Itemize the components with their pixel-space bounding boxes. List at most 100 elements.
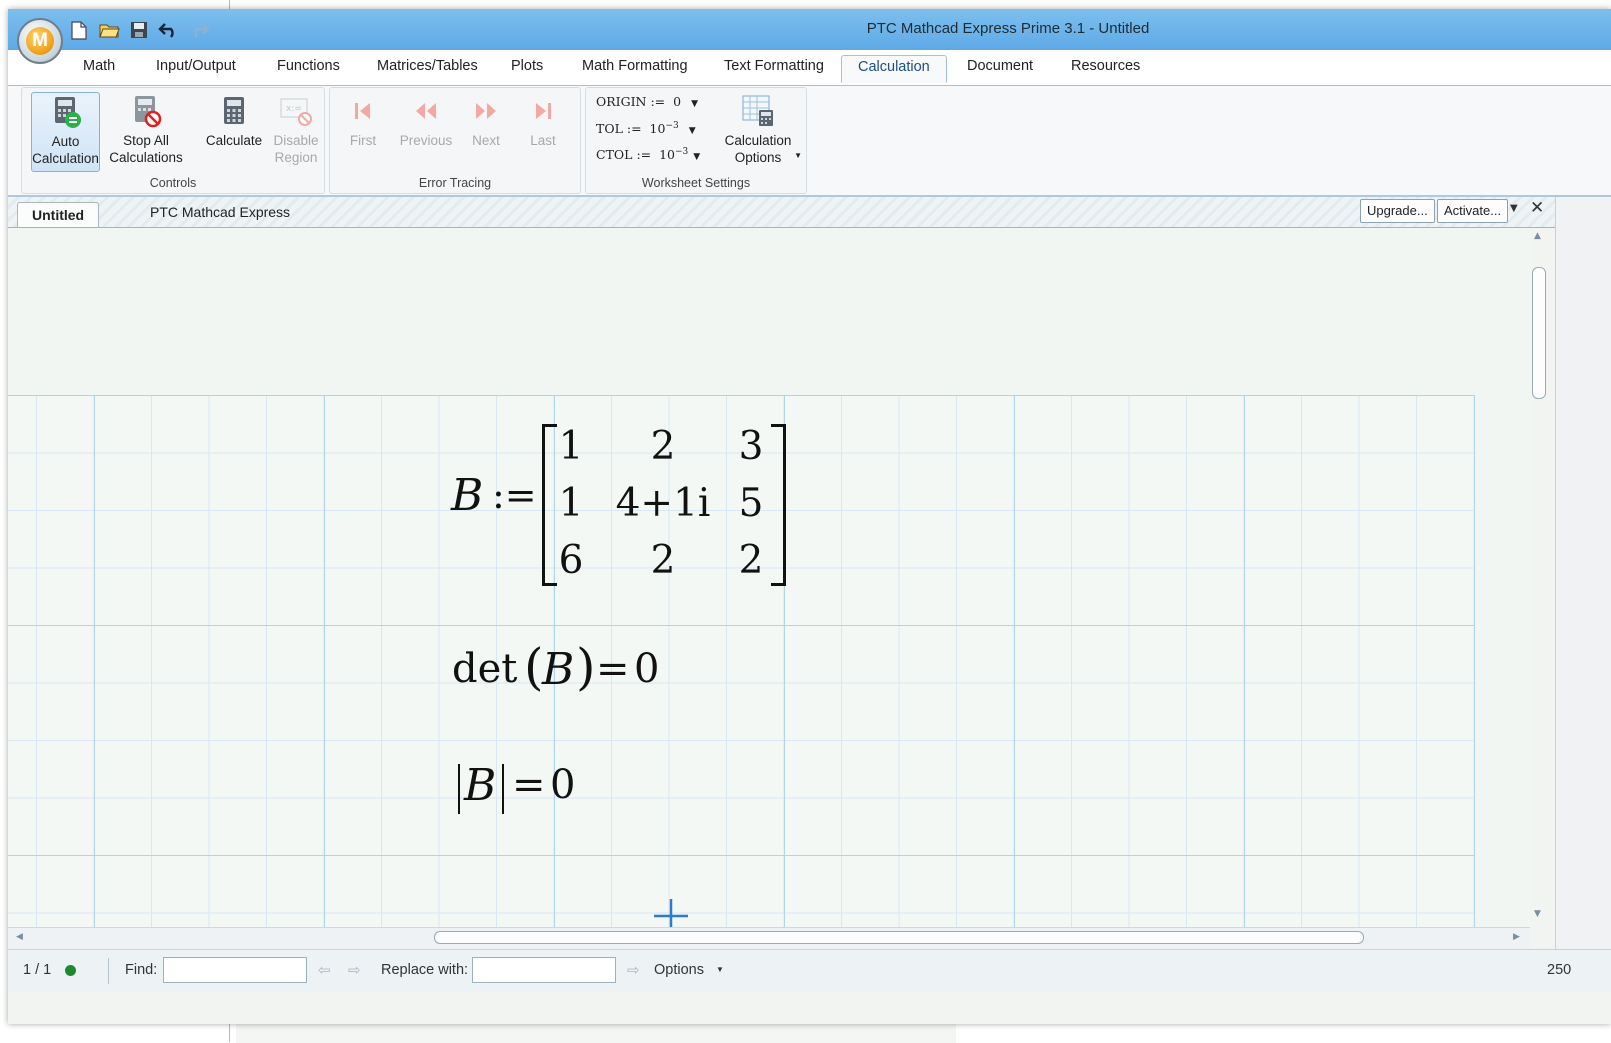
determinant-evaluation-region[interactable]: det ( B ) = 0 (448, 638, 678, 706)
right-side-panel (1555, 197, 1611, 957)
matrix-cell: 3 (738, 424, 764, 469)
matrix-cell: 1 (558, 424, 584, 469)
calculation-options-dropdown-icon: ▼ (794, 151, 802, 160)
det-argument: B (542, 644, 575, 695)
worksheet-settings-group-label: Worksheet Settings (641, 176, 751, 190)
tab-matrices-tables[interactable]: Matrices/Tables (377, 58, 478, 74)
options-dropdown-icon[interactable]: ▼ (716, 965, 724, 974)
last-button: Last (520, 92, 566, 149)
abs-argument: B (464, 760, 497, 811)
tab-math[interactable]: Math (83, 58, 115, 74)
upgrade-button[interactable]: Upgrade... (1360, 199, 1435, 223)
mathcad-logo-icon[interactable]: M (17, 18, 63, 64)
previous-icon (416, 103, 436, 119)
tab-functions[interactable]: Functions (277, 58, 340, 74)
matrix-cell: 2 (650, 538, 676, 583)
tab-ptc-mathcad-express[interactable]: PTC Mathcad Express (150, 204, 290, 220)
tab-untitled-document[interactable]: Untitled (17, 202, 100, 227)
tol-setting[interactable]: TOL := 10−3 ▼ (596, 121, 696, 136)
find-label: Find: (125, 962, 158, 978)
error-tracing-group: First Previous Next Last Error Tracing (329, 87, 581, 194)
mathcad-window: PTC Mathcad Express Prime 3.1 - Untitled… (8, 9, 1611, 1024)
matrix-right-bracket (771, 424, 786, 586)
window-title: PTC Mathcad Express Prime 3.1 - Untitled (866, 20, 1150, 37)
disable-region-button: x:= Disable Region (270, 92, 322, 166)
replace-icon: ⇨ (627, 962, 640, 979)
abs-equals: = (512, 762, 546, 808)
background-window-edge (229, 0, 230, 9)
tab-list-dropdown-icon[interactable]: ▼ (1510, 203, 1518, 214)
matrix-cell: 2 (650, 424, 676, 469)
stop-all-calculations-button[interactable]: Stop All Calculations (104, 92, 188, 166)
auto-calculation-icon (54, 97, 81, 128)
last-icon (536, 103, 551, 119)
tab-resources[interactable]: Resources (1071, 58, 1140, 74)
worksheet-area[interactable]: B := 1 2 3 1 4+1i 5 6 2 2 det ( B ) = 0 … (8, 228, 1530, 927)
worksheet-settings-group: ORIGIN := 0 ▼ TOL := 10−3 ▼ CTOL := 10−3… (585, 87, 807, 194)
horizontal-scroll-thumb[interactable] (434, 931, 1364, 944)
matrix-cell: 2 (738, 538, 764, 583)
scroll-left-arrow-icon[interactable]: ◀ (16, 932, 23, 942)
origin-setting[interactable]: ORIGIN := 0 ▼ (596, 94, 698, 109)
matrix-variable: B (451, 470, 484, 521)
det-equals: = (596, 646, 630, 692)
crosshair-cursor-icon (654, 899, 688, 927)
find-previous-icon: ⇦ (318, 962, 331, 979)
det-result: 0 (634, 646, 660, 692)
title-bar: PTC Mathcad Express Prime 3.1 - Untitled (8, 9, 1611, 50)
scroll-right-arrow-icon[interactable]: ▶ (1513, 932, 1520, 942)
auto-calculation-button[interactable]: Auto Calculation (31, 92, 100, 172)
calculator-icon (224, 97, 244, 124)
stop-calculation-icon (135, 96, 162, 128)
matrix-cell: 6 (558, 538, 584, 583)
matrix-cell: 5 (738, 481, 764, 526)
matrix-definition-region[interactable]: B := 1 2 3 1 4+1i 5 6 2 2 (448, 416, 808, 586)
activate-button[interactable]: Activate... (1437, 199, 1509, 223)
calculation-options-icon (742, 95, 773, 126)
abs-right-bar (502, 764, 504, 814)
replace-input[interactable] (472, 957, 616, 983)
vertical-scroll-thumb[interactable] (1532, 267, 1546, 399)
tab-calculation[interactable]: Calculation (841, 55, 947, 83)
calculate-button[interactable]: Calculate (202, 92, 266, 149)
page-indicator: 1 / 1 (23, 962, 52, 978)
scroll-up-arrow-icon[interactable]: ▲ (1534, 231, 1541, 241)
calculation-options-button[interactable]: Calculation Options ▼ (716, 92, 802, 166)
document-tab-strip: Untitled PTC Mathcad Express Upgrade... … (8, 197, 1611, 228)
assignment-operator: := (492, 473, 537, 517)
first-button: First (338, 92, 388, 149)
previous-button: Previous (394, 92, 458, 149)
tab-text-formatting[interactable]: Text Formatting (724, 58, 824, 74)
error-tracing-group-label: Error Tracing (418, 176, 492, 190)
next-button: Next (463, 92, 509, 149)
close-document-icon[interactable]: ✕ (1530, 198, 1544, 218)
controls-group: Auto Calculation Stop All Calculations C… (21, 87, 325, 194)
ribbon-tab-bar: Math Input/Output Functions Matrices/Tab… (8, 50, 1611, 86)
zoom-level[interactable]: 250 (1547, 962, 1571, 978)
matrix-cell: 4+1i (615, 481, 711, 526)
origin-dropdown-icon: ▼ (691, 99, 698, 109)
first-icon (355, 103, 370, 119)
background-window-edge (229, 1024, 230, 1042)
find-input[interactable] (163, 957, 307, 983)
svg-text:x:=: x:= (286, 104, 302, 114)
tab-input-output[interactable]: Input/Output (156, 58, 236, 74)
det-close-paren: ) (576, 638, 596, 696)
abs-result: 0 (550, 762, 576, 808)
status-bar: 1 / 1 Find: ⇦ ⇨ Replace with: ⇨ Options … (8, 949, 1611, 992)
options-button[interactable]: Options (654, 962, 704, 978)
ctol-setting[interactable]: CTOL := 10−3 ▼ (596, 147, 700, 162)
disable-region-icon: x:= (280, 98, 312, 126)
matrix-cell: 1 (558, 481, 584, 526)
next-icon (476, 103, 496, 119)
absolute-value-evaluation-region[interactable]: B = 0 (448, 758, 608, 822)
controls-group-label: Controls (149, 176, 197, 190)
tab-document[interactable]: Document (967, 58, 1033, 74)
status-divider (108, 958, 109, 984)
scroll-down-arrow-icon[interactable]: ▼ (1534, 909, 1541, 919)
calculation-status-icon (65, 965, 76, 976)
ctol-dropdown-icon: ▼ (693, 152, 701, 163)
tab-math-formatting[interactable]: Math Formatting (582, 58, 688, 74)
tab-plots[interactable]: Plots (511, 58, 543, 74)
tol-dropdown-icon: ▼ (688, 126, 696, 137)
